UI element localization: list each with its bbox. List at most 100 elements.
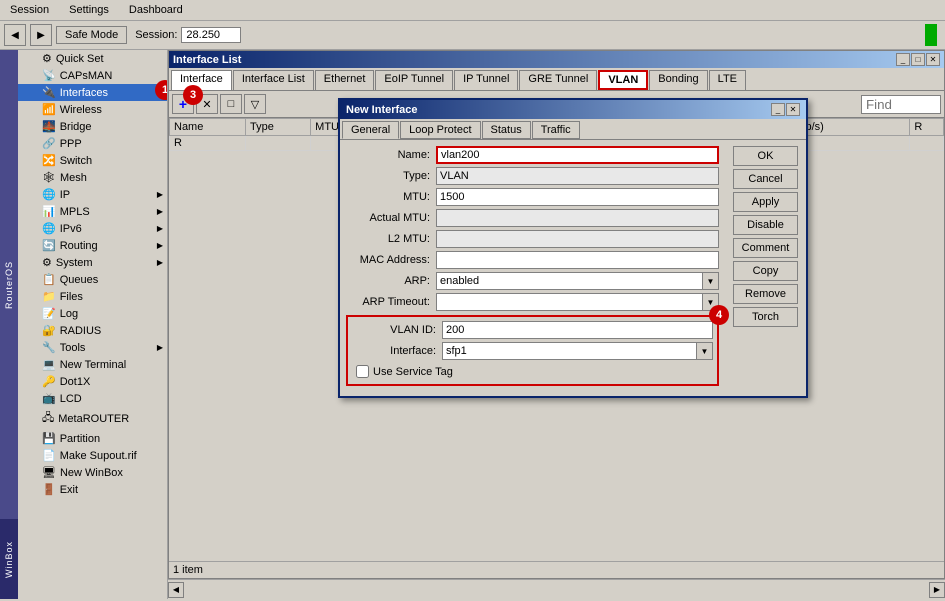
copy-button[interactable]: Copy — [733, 261, 798, 281]
scroll-right-button[interactable]: ▶ — [929, 582, 945, 598]
sidebar-item-exit[interactable]: 🚪 Exit — [18, 481, 167, 498]
menu-dashboard[interactable]: Dashboard — [123, 2, 189, 18]
close-button[interactable]: ✕ — [926, 53, 940, 66]
sidebar-item-dot1x[interactable]: 🔑 Dot1X — [18, 373, 167, 390]
add-button[interactable]: + 3 — [172, 94, 194, 114]
comment-button[interactable]: Comment — [733, 238, 798, 258]
connection-indicator — [925, 24, 937, 46]
torch-button[interactable]: Torch — [733, 307, 798, 327]
disable-button[interactable]: Disable — [733, 215, 798, 235]
ip-icon: 🌐 — [42, 188, 56, 201]
sidebar-item-make-supout[interactable]: 📄 Make Supout.rif — [18, 447, 167, 464]
sidebar-item-switch[interactable]: 🔀 Switch — [18, 152, 167, 169]
safe-mode-button[interactable]: Safe Mode — [56, 26, 127, 44]
sidebar-item-metarouter[interactable]: 🖧 MetaROUTER — [18, 407, 167, 430]
session-input[interactable] — [181, 27, 241, 43]
sidebar-item-radius[interactable]: 🔐 RADIUS — [18, 322, 167, 339]
apply-button[interactable]: Apply — [733, 192, 798, 212]
sidebar-item-ip[interactable]: 🌐 IP — [18, 186, 167, 203]
edit-icon-button[interactable]: □ — [220, 94, 242, 114]
sidebar-item-log[interactable]: 📝 Log — [18, 305, 167, 322]
left-labels: RouterOS WinBox — [0, 50, 18, 599]
sidebar-item-lcd[interactable]: 📺 LCD — [18, 390, 167, 407]
menu-session[interactable]: Session — [4, 2, 55, 18]
arp-dropdown-arrow[interactable]: ▼ — [703, 272, 719, 290]
sidebar-item-mpls[interactable]: 📊 MPLS — [18, 203, 167, 220]
sidebar-item-routing[interactable]: 🔄 Routing — [18, 237, 167, 254]
filter-icon-button[interactable]: ▽ — [244, 94, 266, 114]
dialog-tab-traffic[interactable]: Traffic — [532, 121, 580, 139]
dialog-tab-general[interactable]: General — [342, 121, 399, 139]
name-input[interactable] — [436, 146, 719, 164]
sidebar-item-ppp[interactable]: 🔗 PPP — [18, 135, 167, 152]
dialog-minimize-button[interactable]: _ — [771, 103, 785, 116]
tab-interface[interactable]: Interface — [171, 70, 232, 90]
name-label: Name: — [346, 149, 436, 161]
dialog-close-button[interactable]: ✕ — [786, 103, 800, 116]
tab-interface-list[interactable]: Interface List — [233, 70, 314, 90]
window-title-bar[interactable]: Interface List _ □ ✕ — [169, 51, 944, 68]
dialog-tab-loop-protect[interactable]: Loop Protect — [400, 121, 480, 139]
col-name: Name — [170, 119, 246, 136]
menu-bar: Session Settings Dashboard — [0, 0, 945, 21]
sidebar-item-quickset[interactable]: ⚙ Quick Set — [18, 50, 167, 67]
sidebar-item-new-terminal[interactable]: 💻 New Terminal — [18, 356, 167, 373]
find-input[interactable] — [861, 95, 941, 114]
sidebar-item-mesh[interactable]: 🕸 Mesh — [18, 169, 167, 186]
tab-eoip-tunnel[interactable]: EoIP Tunnel — [375, 70, 453, 90]
restore-button[interactable]: □ — [911, 53, 925, 66]
sidebar-item-tools[interactable]: 🔧 Tools — [18, 339, 167, 356]
sidebar-item-label: PPP — [60, 138, 82, 150]
dialog-buttons: OK Cancel Apply Disable Comment Copy Rem… — [725, 140, 806, 396]
sidebar-item-new-winbox[interactable]: 🖥 New WinBox — [18, 464, 167, 481]
dialog-content: Name: Type: MTU: Actual MT — [340, 140, 806, 396]
sidebar: ⚙ Quick Set 📡 CAPsMAN 🔌 Interfaces 1 📶 W… — [18, 50, 168, 599]
remove-button[interactable]: Remove — [733, 284, 798, 304]
scroll-track[interactable] — [184, 584, 929, 596]
minimize-button[interactable]: _ — [896, 53, 910, 66]
sidebar-item-bridge[interactable]: 🌉 Bridge — [18, 118, 167, 135]
l2mtu-row: L2 MTU: — [346, 230, 719, 248]
partition-icon: 💾 — [42, 432, 56, 445]
vlan-id-label: VLAN ID: — [352, 324, 442, 336]
interface-label: Interface: — [352, 345, 442, 357]
type-label: Type: — [346, 170, 436, 182]
interface-select[interactable]: sfp1 — [442, 342, 697, 360]
tab-ethernet[interactable]: Ethernet — [315, 70, 375, 90]
arp-timeout-select[interactable] — [436, 293, 703, 311]
sidebar-item-partition[interactable]: 💾 Partition — [18, 430, 167, 447]
dialog-tab-status[interactable]: Status — [482, 121, 531, 139]
sidebar-item-label: New Terminal — [60, 359, 126, 371]
sidebar-item-interfaces[interactable]: 🔌 Interfaces 1 — [18, 84, 167, 101]
tab-vlan[interactable]: VLAN — [598, 70, 648, 90]
mtu-row: MTU: — [346, 188, 719, 206]
ok-button[interactable]: OK — [733, 146, 798, 166]
use-service-tag-checkbox[interactable] — [356, 365, 369, 378]
forward-button[interactable]: ▶ — [30, 24, 52, 46]
tab-lte[interactable]: LTE — [709, 70, 746, 90]
use-service-tag-label: Use Service Tag — [373, 366, 453, 378]
tab-bar: Interface Interface List Ethernet EoIP T… — [169, 68, 944, 91]
window-controls: _ □ ✕ — [896, 53, 940, 66]
scroll-left-button[interactable]: ◀ — [168, 582, 184, 598]
session-label: Session: — [135, 29, 177, 41]
sidebar-item-files[interactable]: 📁 Files — [18, 288, 167, 305]
vlan-id-input[interactable] — [442, 321, 713, 339]
sidebar-item-system[interactable]: ⚙ System — [18, 254, 167, 271]
mtu-input[interactable] — [436, 188, 719, 206]
sidebar-item-wireless[interactable]: 📶 Wireless — [18, 101, 167, 118]
arp-select[interactable]: enabled — [436, 272, 703, 290]
tab-ip-tunnel[interactable]: IP Tunnel — [454, 70, 518, 90]
bottom-scrollbar[interactable]: ◀ ▶ — [168, 579, 945, 599]
menu-settings[interactable]: Settings — [63, 2, 115, 18]
sidebar-item-ipv6[interactable]: 🌐 IPv6 — [18, 220, 167, 237]
interface-dropdown-arrow[interactable]: ▼ — [697, 342, 713, 360]
sidebar-item-capsman[interactable]: 📡 CAPsMAN — [18, 67, 167, 84]
sidebar-item-queues[interactable]: 📋 Queues — [18, 271, 167, 288]
tab-gre-tunnel[interactable]: GRE Tunnel — [519, 70, 597, 90]
mac-input[interactable] — [436, 251, 719, 269]
cancel-button[interactable]: Cancel — [733, 169, 798, 189]
dialog-title-bar[interactable]: New Interface _ ✕ — [340, 100, 806, 119]
tab-bonding[interactable]: Bonding — [649, 70, 707, 90]
back-button[interactable]: ◀ — [4, 24, 26, 46]
